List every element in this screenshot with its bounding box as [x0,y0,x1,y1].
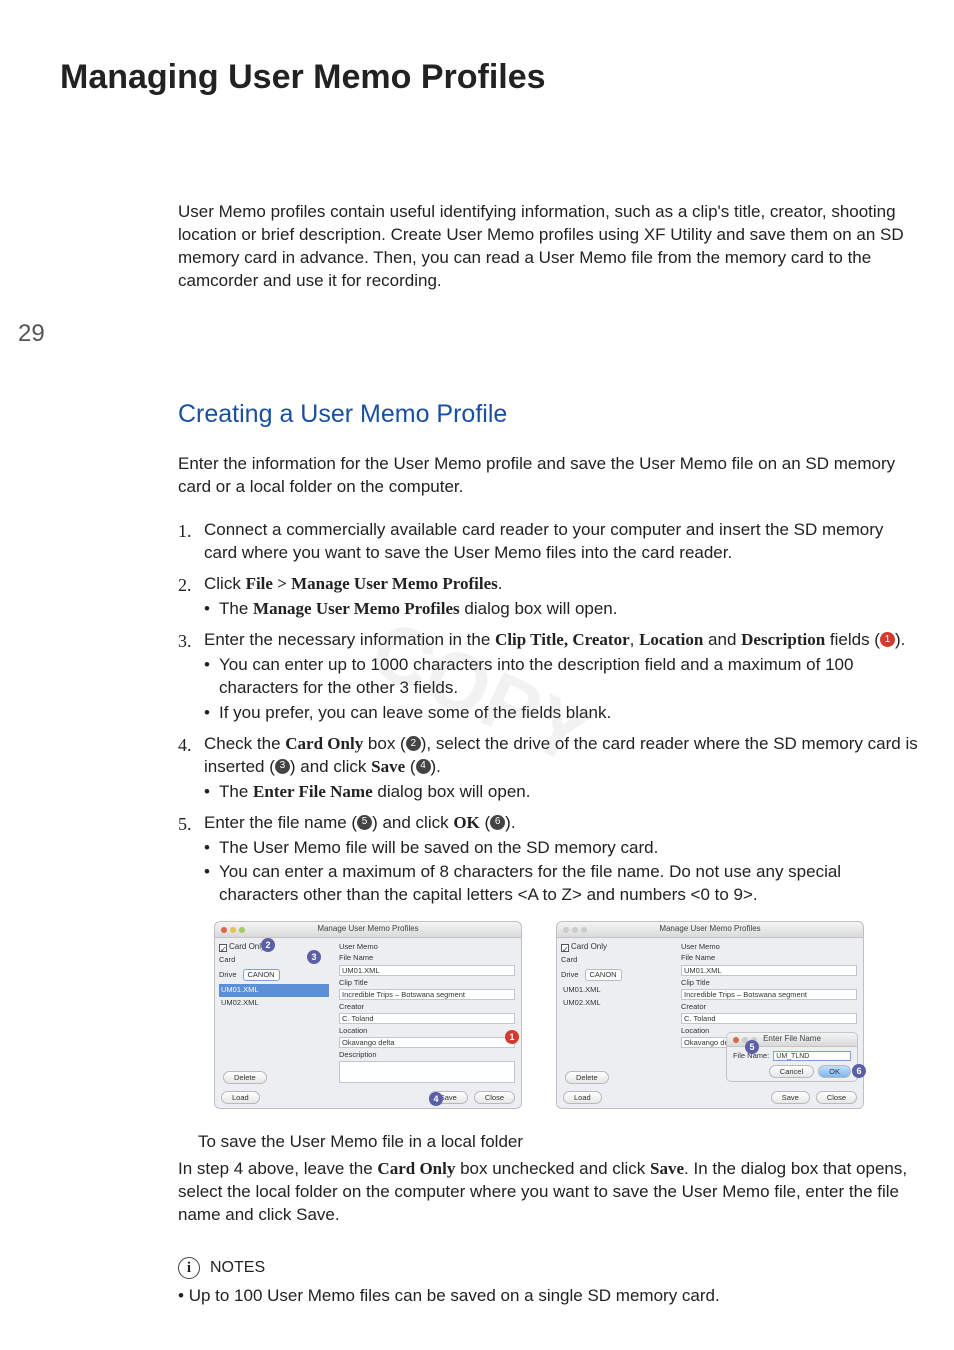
local-folder-paragraph: In step 4 above, leave the Card Only box… [178,1158,918,1227]
file-item: UM02.XML [219,997,329,1009]
delete-button-2: Delete [565,1071,609,1084]
close-button-2: Close [816,1091,857,1104]
callout-1-icon: 1 [880,632,895,647]
callout-6-icon: 6 [490,815,505,830]
callout-2-icon: 2 [406,736,421,751]
notes-label: NOTES [210,1257,265,1279]
step-4: Check the Card Only box (2), select the … [178,733,918,804]
step-5-bullet-1: The User Memo file will be saved on the … [204,837,918,860]
step-2: Click File > Manage User Memo Profiles. … [178,573,918,621]
filename-input: UM01.XML [339,965,515,976]
creator-input: C. Toland [339,1013,515,1024]
card-only-label: Card Only [229,942,265,953]
step-1: Connect a commercially available card re… [178,519,918,565]
load-button-2: Load [563,1091,602,1104]
step-5: Enter the file name (5) and click OK (6)… [178,812,918,908]
callout-3-icon: 3 [275,759,290,774]
cancel-button: Cancel [769,1065,814,1078]
callout-5-icon: 5 [357,815,372,830]
dialog-titlebar: Manage User Memo Profiles [215,922,521,938]
step-5-text: Enter the file name (5) and click OK (6)… [204,813,516,832]
description-label: Description [339,1050,515,1060]
step-2-text: Click File > Manage User Memo Profiles. [204,574,502,593]
user-memo-label: User Memo [339,942,515,952]
dialog-titlebar-2: Manage User Memo Profiles [557,922,863,938]
marker-6-icon: 6 [852,1064,866,1078]
dialog-title: Manage User Memo Profiles [215,924,521,935]
card-only-checkbox [219,944,227,952]
cliptitle-input: Incredible Trips – Botswana segment [339,989,515,1000]
figure-dialog-left: Manage User Memo Profiles Card Only Card… [214,921,522,1109]
section-title: Creating a User Memo Profile [178,398,918,432]
card-only-checkbox-2 [561,944,569,952]
info-icon: i [178,1257,200,1279]
step-3-text: Enter the necessary information in the C… [204,630,905,649]
location-label: Location [339,1026,515,1036]
drive-select: CANON [243,969,280,981]
load-button: Load [221,1091,260,1104]
ok-button: OK [818,1065,851,1078]
step-4-bullet: The Enter File Name dialog box will open… [204,781,918,804]
description-input [339,1061,515,1083]
page-number: 29 [18,318,45,350]
intro-paragraph: User Memo profiles contain useful identi… [178,201,918,293]
step-2-bullet: The Manage User Memo Profiles dialog box… [204,598,918,621]
delete-button: Delete [223,1071,267,1084]
step-3-bullet-1: You can enter up to 1000 characters into… [204,654,918,700]
step-1-text: Connect a commercially available card re… [204,520,883,562]
location-input: Okavango delta [339,1037,515,1048]
page-title: Managing User Memo Profiles [60,55,926,101]
step-3: Enter the necessary information in the C… [178,629,918,725]
local-folder-heading: To save the User Memo file in a local fo… [198,1131,918,1154]
modal-filename-input: UM_TLND [773,1051,851,1061]
figure-row: Manage User Memo Profiles Card Only Card… [214,921,918,1109]
close-button: Close [474,1091,515,1104]
callout-4-icon: 4 [416,759,431,774]
notes-item: • Up to 100 User Memo files can be saved… [178,1285,918,1308]
enter-filename-modal: Enter File Name File Name: UM_TLND Cance… [726,1032,858,1082]
filename-label: File Name [339,953,515,963]
creator-label: Creator [339,1002,515,1012]
step-3-bullet-2: If you prefer, you can leave some of the… [204,702,918,725]
step-5-bullet-2: You can enter a maximum of 8 characters … [204,861,918,907]
figure-dialog-right: Manage User Memo Profiles Card Only Card… [556,921,864,1109]
cliptitle-label: Clip Title [339,978,515,988]
save-button-2: Save [771,1091,810,1104]
section-intro: Enter the information for the User Memo … [178,453,918,499]
file-item-selected: UM01.XML [219,984,329,996]
drive-label: Drive [219,970,237,980]
step-4-text: Check the Card Only box (2), select the … [204,734,918,776]
dialog-title-2: Manage User Memo Profiles [557,924,863,935]
